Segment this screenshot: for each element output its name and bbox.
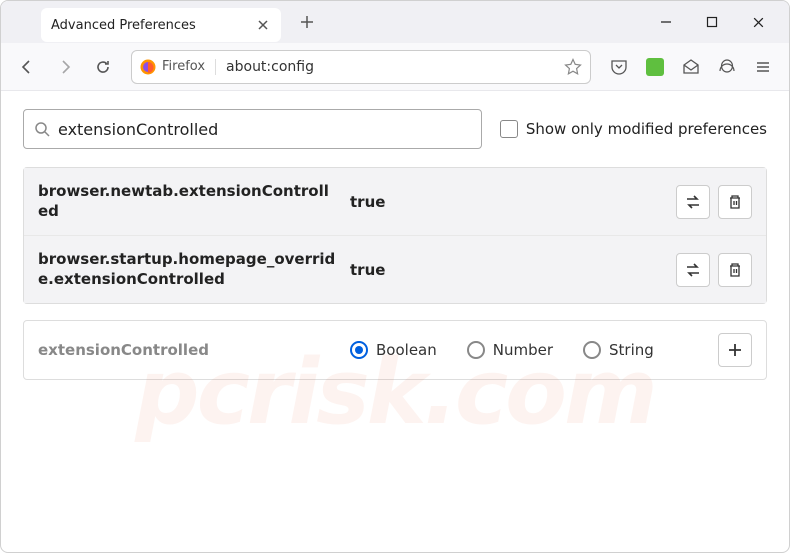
checkbox-box [500,120,518,138]
radio-string[interactable]: String [583,341,654,359]
navigation-toolbar: Firefox [1,43,789,91]
type-radio-group: Boolean Number String [350,341,706,359]
preference-name: browser.newtab.extensionControlled [38,182,338,221]
preference-row: browser.startup.homepage_override.extens… [24,235,766,303]
new-preference-name: extensionControlled [38,341,338,359]
back-button[interactable] [11,51,43,83]
firefox-icon [140,59,156,75]
close-tab-icon[interactable] [255,17,271,33]
preference-value: true [350,193,664,211]
search-icon [34,121,50,137]
tab-title: Advanced Preferences [51,18,247,33]
inbox-icon[interactable] [675,51,707,83]
identity-box[interactable]: Firefox [140,59,216,75]
browser-tab[interactable]: Advanced Preferences [41,8,281,42]
bookmark-star-icon[interactable] [564,58,582,76]
forward-button[interactable] [49,51,81,83]
add-preference-button[interactable] [718,333,752,367]
reload-button[interactable] [87,51,119,83]
toggle-button[interactable] [676,253,710,287]
preference-row: browser.newtab.extensionControlled true [24,168,766,235]
preference-search-box[interactable] [23,109,482,149]
preference-search-input[interactable] [58,120,471,139]
url-input[interactable] [226,59,554,75]
radio-circle [467,341,485,359]
maximize-button[interactable] [689,1,735,43]
preference-table: browser.newtab.extensionControlled true … [23,167,767,304]
radio-number[interactable]: Number [467,341,553,359]
extension-icon[interactable] [639,51,671,83]
identity-label: Firefox [162,59,205,74]
radio-label: Boolean [376,341,437,359]
radio-boolean[interactable]: Boolean [350,341,437,359]
radio-circle [350,341,368,359]
account-icon[interactable] [711,51,743,83]
delete-button[interactable] [718,253,752,287]
radio-label: String [609,341,654,359]
new-preference-row: extensionControlled Boolean Number Strin… [23,320,767,380]
toggle-button[interactable] [676,185,710,219]
preference-value: true [350,261,664,279]
new-tab-button[interactable] [291,6,323,38]
radio-label: Number [493,341,553,359]
tab-bar: Advanced Preferences [1,1,789,43]
minimize-button[interactable] [643,1,689,43]
preference-name: browser.startup.homepage_override.extens… [38,250,338,289]
delete-button[interactable] [718,185,752,219]
radio-circle [583,341,601,359]
checkbox-label: Show only modified preferences [526,120,767,138]
show-modified-checkbox[interactable]: Show only modified preferences [500,120,767,138]
close-window-button[interactable] [735,1,781,43]
pocket-icon[interactable] [603,51,635,83]
menu-icon[interactable] [747,51,779,83]
url-bar[interactable]: Firefox [131,50,591,84]
